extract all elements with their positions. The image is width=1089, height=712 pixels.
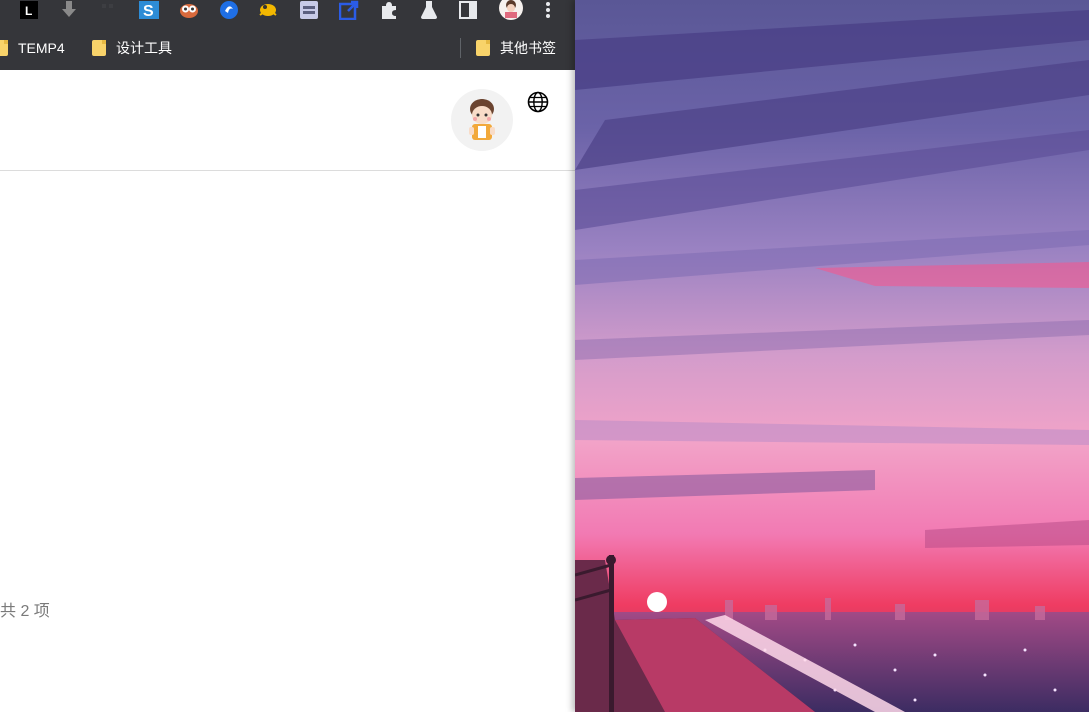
- owl-icon[interactable]: [178, 0, 200, 20]
- svg-text:S: S: [143, 3, 154, 19]
- window-icon[interactable]: [298, 0, 320, 20]
- bookmark-folder-design-tools[interactable]: 设计工具: [92, 38, 172, 58]
- avatar-illustration-icon: [469, 99, 495, 140]
- blue-box-icon[interactable]: [338, 0, 360, 20]
- grid-icon[interactable]: [97, 0, 119, 20]
- more-menu-icon[interactable]: [537, 0, 559, 20]
- folder-icon: [92, 40, 106, 56]
- bookmarks-bar: TEMP4 设计工具 其他书签: [0, 26, 575, 70]
- extensions-toolbar: L S: [0, 0, 575, 26]
- yellow-creature-icon[interactable]: [257, 0, 279, 20]
- total-items-count: 共 2 项: [0, 603, 50, 620]
- screen: L S TEMP4 设计工具 其他书签 共 2 项: [0, 0, 1089, 712]
- svg-text:L: L: [25, 4, 32, 18]
- other-bookmarks-folder[interactable]: 其他书签: [476, 38, 556, 58]
- blue-circle-icon[interactable]: [218, 0, 240, 20]
- bookmarks-separator: [460, 38, 461, 58]
- other-bookmarks-label: 其他书签: [500, 40, 556, 56]
- bookmark-label: 设计工具: [116, 40, 172, 56]
- s-logo-icon[interactable]: S: [138, 0, 160, 20]
- sidebar-icon[interactable]: [457, 0, 479, 20]
- bookmark-folder-temp4[interactable]: TEMP4: [0, 38, 65, 58]
- page-header: [0, 70, 575, 171]
- desktop-wallpaper: [575, 0, 1089, 712]
- globe-icon[interactable]: [527, 91, 549, 113]
- browser-window: L S TEMP4 设计工具 其他书签 共 2 项: [0, 0, 575, 712]
- puzzle-icon[interactable]: [378, 0, 400, 20]
- profile-avatar-icon[interactable]: [497, 0, 525, 20]
- folder-icon: [476, 40, 490, 56]
- flask-icon[interactable]: [418, 0, 440, 20]
- letter-l-icon[interactable]: L: [18, 0, 40, 20]
- user-avatar[interactable]: [451, 89, 513, 151]
- sunset-city-illustration: [575, 0, 1089, 712]
- folder-icon: [0, 40, 8, 56]
- download-arrow-icon[interactable]: [58, 0, 80, 20]
- bookmark-label: TEMP4: [18, 40, 65, 56]
